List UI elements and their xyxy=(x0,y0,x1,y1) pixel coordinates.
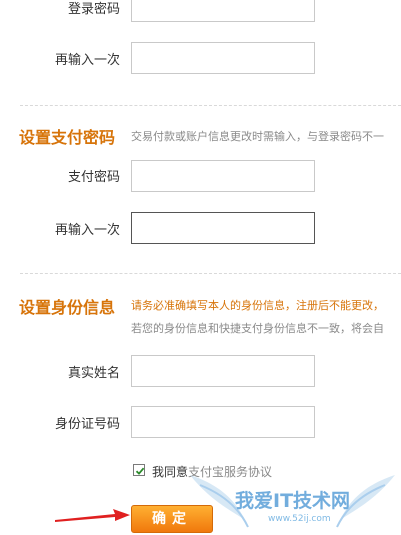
agreement-checkbox[interactable] xyxy=(133,464,145,476)
payment-password-input[interactable] xyxy=(131,160,315,192)
login-password-label: 登录密码 xyxy=(67,2,120,17)
checkmark-icon xyxy=(135,467,145,475)
payment-password-label: 支付密码 xyxy=(67,170,120,185)
identity-warning-hint: 请务必准确填写本人的身份信息，注册后不能更改， xyxy=(131,299,384,312)
section-divider xyxy=(20,105,401,106)
identity-section-title: 设置身份信息 xyxy=(19,298,116,317)
payment-section-hint: 交易付款或账户信息更改时需输入，与登录密码不一 xyxy=(131,130,384,143)
watermark-url: www.52ij.com xyxy=(268,514,331,524)
confirm-login-password-input[interactable] xyxy=(131,42,315,74)
real-name-label: 真实姓名 xyxy=(67,366,120,381)
agreement-prefix: 我同意 xyxy=(152,465,189,479)
confirm-button[interactable]: 确定 xyxy=(131,505,213,533)
watermark-logo: 我爱IT技术网 www.52ij.com xyxy=(190,475,395,528)
real-name-input[interactable] xyxy=(131,355,315,387)
identity-note-hint: 若您的身份信息和快捷支付身份信息不一致，将会自 xyxy=(131,322,384,335)
watermark-text: 我爱IT技术网 xyxy=(235,489,350,512)
id-number-input[interactable] xyxy=(131,406,315,438)
payment-section-title: 设置支付密码 xyxy=(19,128,116,147)
section-divider xyxy=(20,273,401,274)
confirm-payment-password-label: 再输入一次 xyxy=(54,223,120,238)
confirm-payment-password-input[interactable] xyxy=(131,212,315,244)
login-password-input[interactable] xyxy=(131,0,315,22)
id-number-label: 身份证号码 xyxy=(54,417,120,432)
confirm-login-password-label: 再输入一次 xyxy=(54,53,120,68)
red-arrow-icon xyxy=(55,509,130,522)
